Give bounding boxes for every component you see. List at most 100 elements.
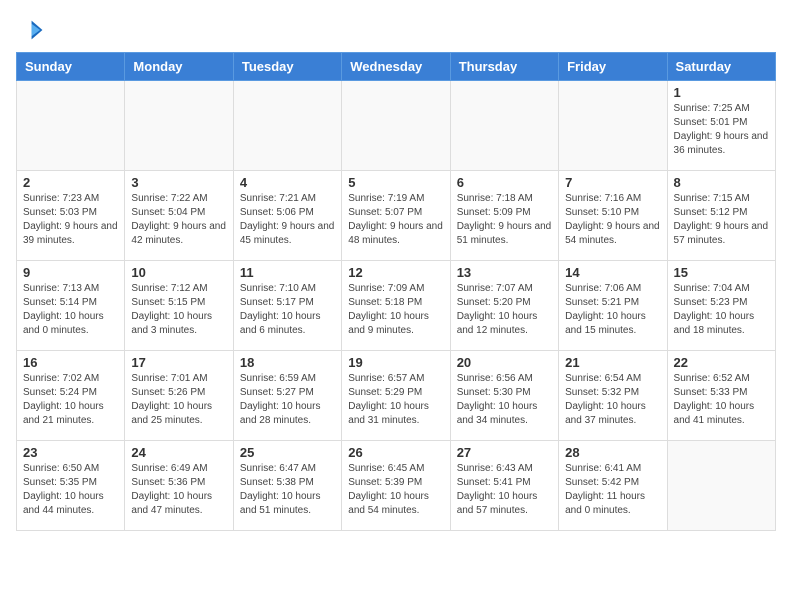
day-cell: 5Sunrise: 7:19 AM Sunset: 5:07 PM Daylig… (342, 171, 450, 261)
day-cell: 12 Sunrise: 7:09 AM Sunset: 5:18 PM Dayli… (342, 261, 450, 351)
day-number: 19 (348, 355, 443, 370)
day-info: Sunrise: 7:06 AM Sunset: 5:21 PM Dayligh… (565, 282, 660, 338)
day-cell: 20 Sunrise: 6:56 AM Sunset: 5:30 PM Dayli… (450, 351, 558, 441)
day-cell: 18Sunrise: 6:59 AM Sunset: 5:27 PM Dayli… (233, 351, 341, 441)
week-row-5: 23Sunrise: 6:50 AM Sunset: 5:35 PM Dayli… (17, 441, 776, 531)
day-info: Sunrise: 6:59 AM Sunset: 5:27 PM Dayligh… (240, 372, 335, 428)
day-cell: 19 Sunrise: 6:57 AM Sunset: 5:29 PM Dayli… (342, 351, 450, 441)
day-cell: 2 Sunrise: 7:23 AM Sunset: 5:03 PM Daylig… (17, 171, 125, 261)
logo-icon (16, 16, 44, 44)
day-cell (559, 81, 667, 171)
weekday-header-friday: Friday (559, 53, 667, 81)
day-number: 9 (23, 265, 118, 280)
page-header (16, 16, 776, 44)
day-number: 27 (457, 445, 552, 460)
day-cell: 6 Sunrise: 7:18 AM Sunset: 5:09 PM Daylig… (450, 171, 558, 261)
day-number: 3 (131, 175, 226, 190)
day-cell (17, 81, 125, 171)
day-info: Sunrise: 6:49 AM Sunset: 5:36 PM Dayligh… (131, 462, 226, 518)
day-cell: 23Sunrise: 6:50 AM Sunset: 5:35 PM Dayli… (17, 441, 125, 531)
day-cell (450, 81, 558, 171)
day-number: 20 (457, 355, 552, 370)
day-info: Sunrise: 7:10 AM Sunset: 5:17 PM Dayligh… (240, 282, 335, 338)
day-number: 8 (674, 175, 769, 190)
weekday-header-thursday: Thursday (450, 53, 558, 81)
day-number: 13 (457, 265, 552, 280)
day-number: 10 (131, 265, 226, 280)
week-row-2: 2 Sunrise: 7:23 AM Sunset: 5:03 PM Daylig… (17, 171, 776, 261)
weekday-header-saturday: Saturday (667, 53, 775, 81)
day-info: Sunrise: 7:12 AM Sunset: 5:15 PM Dayligh… (131, 282, 226, 338)
day-cell (667, 441, 775, 531)
day-number: 14 (565, 265, 660, 280)
day-info: Sunrise: 6:43 AM Sunset: 5:41 PM Dayligh… (457, 462, 552, 518)
day-info: Sunrise: 7:07 AM Sunset: 5:20 PM Dayligh… (457, 282, 552, 338)
day-number: 26 (348, 445, 443, 460)
day-info: Sunrise: 6:52 AM Sunset: 5:33 PM Dayligh… (674, 372, 769, 428)
day-info: Sunrise: 7:18 AM Sunset: 5:09 PM Dayligh… (457, 192, 552, 248)
day-cell: 21 Sunrise: 6:54 AM Sunset: 5:32 PM Dayli… (559, 351, 667, 441)
day-number: 2 (23, 175, 118, 190)
day-info: Sunrise: 6:47 AM Sunset: 5:38 PM Dayligh… (240, 462, 335, 518)
day-number: 11 (240, 265, 335, 280)
day-number: 1 (674, 85, 769, 100)
day-number: 28 (565, 445, 660, 460)
day-info: Sunrise: 7:04 AM Sunset: 5:23 PM Dayligh… (674, 282, 769, 338)
day-cell: 4 Sunrise: 7:21 AM Sunset: 5:06 PM Daylig… (233, 171, 341, 261)
day-cell: 16 Sunrise: 7:02 AM Sunset: 5:24 PM Dayli… (17, 351, 125, 441)
logo (16, 16, 48, 44)
day-info: Sunrise: 7:09 AM Sunset: 5:18 PM Dayligh… (348, 282, 443, 338)
day-info: Sunrise: 6:45 AM Sunset: 5:39 PM Dayligh… (348, 462, 443, 518)
day-number: 25 (240, 445, 335, 460)
day-info: Sunrise: 7:01 AM Sunset: 5:26 PM Dayligh… (131, 372, 226, 428)
day-info: Sunrise: 6:54 AM Sunset: 5:32 PM Dayligh… (565, 372, 660, 428)
day-cell: 14 Sunrise: 7:06 AM Sunset: 5:21 PM Dayli… (559, 261, 667, 351)
day-number: 5 (348, 175, 443, 190)
day-number: 22 (674, 355, 769, 370)
day-info: Sunrise: 7:13 AM Sunset: 5:14 PM Dayligh… (23, 282, 118, 338)
day-cell (125, 81, 233, 171)
day-number: 7 (565, 175, 660, 190)
day-cell: 25 Sunrise: 6:47 AM Sunset: 5:38 PM Dayli… (233, 441, 341, 531)
day-cell: 13 Sunrise: 7:07 AM Sunset: 5:20 PM Dayli… (450, 261, 558, 351)
day-cell: 11 Sunrise: 7:10 AM Sunset: 5:17 PM Dayli… (233, 261, 341, 351)
day-number: 6 (457, 175, 552, 190)
day-info: Sunrise: 6:41 AM Sunset: 5:42 PM Dayligh… (565, 462, 660, 518)
day-info: Sunrise: 7:02 AM Sunset: 5:24 PM Dayligh… (23, 372, 118, 428)
day-info: Sunrise: 7:15 AM Sunset: 5:12 PM Dayligh… (674, 192, 769, 248)
day-cell: 9 Sunrise: 7:13 AM Sunset: 5:14 PM Daylig… (17, 261, 125, 351)
day-number: 17 (131, 355, 226, 370)
week-row-3: 9 Sunrise: 7:13 AM Sunset: 5:14 PM Daylig… (17, 261, 776, 351)
day-number: 4 (240, 175, 335, 190)
day-cell: 17 Sunrise: 7:01 AM Sunset: 5:26 PM Dayli… (125, 351, 233, 441)
day-info: Sunrise: 6:56 AM Sunset: 5:30 PM Dayligh… (457, 372, 552, 428)
day-cell: 10 Sunrise: 7:12 AM Sunset: 5:15 PM Dayli… (125, 261, 233, 351)
day-info: Sunrise: 7:23 AM Sunset: 5:03 PM Dayligh… (23, 192, 118, 248)
day-info: Sunrise: 7:22 AM Sunset: 5:04 PM Dayligh… (131, 192, 226, 248)
day-cell: 28 Sunrise: 6:41 AM Sunset: 5:42 PM Dayli… (559, 441, 667, 531)
calendar-table: SundayMondayTuesdayWednesdayThursdayFrid… (16, 52, 776, 531)
day-number: 12 (348, 265, 443, 280)
day-cell: 22 Sunrise: 6:52 AM Sunset: 5:33 PM Dayli… (667, 351, 775, 441)
day-cell: 24 Sunrise: 6:49 AM Sunset: 5:36 PM Dayli… (125, 441, 233, 531)
day-number: 21 (565, 355, 660, 370)
weekday-header-monday: Monday (125, 53, 233, 81)
weekday-header-wednesday: Wednesday (342, 53, 450, 81)
day-number: 24 (131, 445, 226, 460)
day-cell (233, 81, 341, 171)
day-info: Sunrise: 7:16 AM Sunset: 5:10 PM Dayligh… (565, 192, 660, 248)
day-cell (342, 81, 450, 171)
day-info: Sunrise: 6:57 AM Sunset: 5:29 PM Dayligh… (348, 372, 443, 428)
day-cell: 26 Sunrise: 6:45 AM Sunset: 5:39 PM Dayli… (342, 441, 450, 531)
weekday-header-sunday: Sunday (17, 53, 125, 81)
week-row-4: 16 Sunrise: 7:02 AM Sunset: 5:24 PM Dayli… (17, 351, 776, 441)
day-info: Sunrise: 7:25 AM Sunset: 5:01 PM Dayligh… (674, 102, 769, 158)
day-cell: 8 Sunrise: 7:15 AM Sunset: 5:12 PM Daylig… (667, 171, 775, 261)
day-number: 15 (674, 265, 769, 280)
weekday-header-tuesday: Tuesday (233, 53, 341, 81)
day-number: 16 (23, 355, 118, 370)
day-info: Sunrise: 7:21 AM Sunset: 5:06 PM Dayligh… (240, 192, 335, 248)
day-cell: 7 Sunrise: 7:16 AM Sunset: 5:10 PM Daylig… (559, 171, 667, 261)
day-cell: 15 Sunrise: 7:04 AM Sunset: 5:23 PM Dayli… (667, 261, 775, 351)
day-number: 23 (23, 445, 118, 460)
